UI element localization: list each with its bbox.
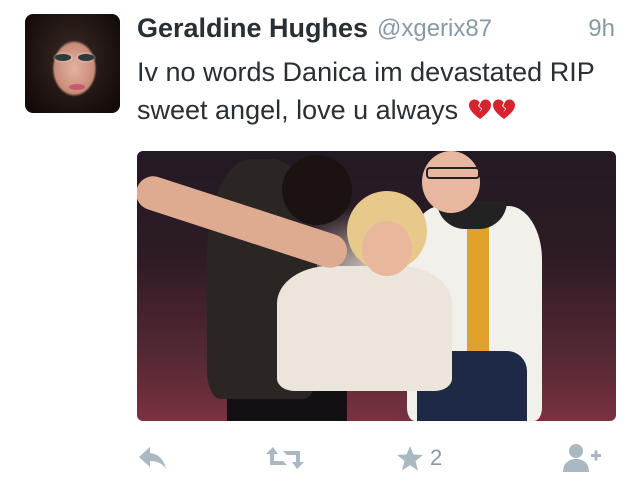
avatar[interactable] (25, 14, 120, 113)
photo-detail (362, 221, 412, 276)
avatar-lips (69, 84, 85, 90)
retweet-button[interactable] (265, 440, 305, 476)
broken-heart-icon (468, 94, 491, 119)
retweet-icon (266, 447, 304, 469)
reply-button[interactable] (137, 440, 169, 476)
avatar-eye-left (55, 54, 71, 61)
tweet: Geraldine Hughes @xgerix87 9h Iv no word… (0, 0, 640, 489)
tweet-text-line-2: sweet angel, love u always (137, 95, 459, 125)
tweet-text-line-1: Iv no words Danica im devastated RIP (137, 57, 595, 87)
tweet-header: Geraldine Hughes @xgerix87 9h (137, 13, 617, 47)
photo-detail (426, 167, 480, 179)
user-handle[interactable]: @xgerix87 (377, 15, 492, 43)
avatar-eye-right (78, 54, 94, 61)
photo-detail (282, 155, 352, 225)
tweet-actions: 2 (0, 440, 640, 480)
add-user-icon (563, 444, 601, 472)
favorite-count: 2 (430, 445, 443, 470)
favorite-button[interactable]: 2 (396, 440, 442, 476)
reply-arrow-icon (139, 447, 166, 469)
star-icon (397, 445, 423, 470)
broken-heart-icon (492, 94, 515, 119)
photo-detail (277, 266, 452, 391)
tweet-text: Iv no words Danica im devastated RIP swe… (137, 53, 607, 129)
display-name[interactable]: Geraldine Hughes (137, 13, 368, 44)
photo-detail (422, 151, 480, 213)
tweet-photo[interactable] (137, 151, 616, 421)
timestamp[interactable]: 9h (588, 15, 615, 43)
photo-detail (467, 221, 489, 371)
follow-button[interactable] (562, 440, 602, 476)
